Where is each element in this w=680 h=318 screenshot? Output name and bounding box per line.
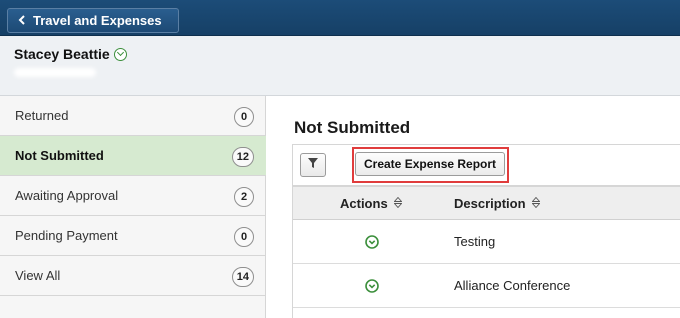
back-button[interactable]: Travel and Expenses [7,8,179,33]
expense-grid: Actions Description Testing Alliance Con… [292,186,680,318]
count-badge: 0 [234,227,254,247]
count-badge: 14 [231,267,254,287]
page-title: Not Submitted [294,118,411,137]
create-expense-report-button[interactable]: Create Expense Report [355,152,506,176]
sidebar-item-label: Awaiting Approval [15,188,119,203]
row-actions-icon[interactable] [365,235,379,254]
sort-icon [531,196,541,210]
grid-toolbar: Create Expense Report [292,144,680,186]
sidebar-item-not-submitted[interactable]: Not Submitted 12 [0,136,266,176]
sidebar-item-label: Returned [15,108,69,123]
column-header-actions[interactable]: Actions [340,196,403,211]
sidebar-item-pending-payment[interactable]: Pending Payment 0 [0,216,266,256]
back-button-label: Travel and Expenses [33,13,162,28]
column-header-label: Actions [340,196,388,211]
column-header-description[interactable]: Description [454,196,541,211]
user-name-menu[interactable]: Stacey Beattie [14,46,127,62]
count-badge: 12 [231,147,254,167]
sidebar: Returned 0 Not Submitted 12 Awaiting App… [0,96,266,318]
count-badge: 2 [234,187,254,207]
table-row: Alliance Conference [293,264,680,308]
sidebar-item-label: Not Submitted [15,148,104,163]
redacted-user-detail [14,68,96,77]
count-badge: 0 [234,107,254,127]
chevron-down-icon[interactable] [113,47,127,61]
user-header: Stacey Beattie [0,36,680,96]
sidebar-item-label: View All [15,268,61,283]
filter-icon [307,156,319,174]
sidebar-item-returned[interactable]: Returned 0 [0,96,266,136]
top-banner: Travel and Expenses [0,0,680,36]
grid-header: Actions Description [293,186,680,220]
column-header-label: Description [454,196,526,211]
user-name: Stacey Beattie [14,46,110,62]
row-description[interactable]: Testing [454,234,495,249]
sort-icon [393,196,403,210]
sidebar-item-label: Pending Payment [15,228,118,243]
table-row: Testing [293,220,680,264]
chevron-left-icon [18,14,25,28]
row-description[interactable]: Alliance Conference [454,278,570,293]
sidebar-item-awaiting-approval[interactable]: Awaiting Approval 2 [0,176,266,216]
filter-button[interactable] [300,153,326,177]
sidebar-item-view-all[interactable]: View All 14 [0,256,266,296]
row-actions-icon[interactable] [365,279,379,298]
